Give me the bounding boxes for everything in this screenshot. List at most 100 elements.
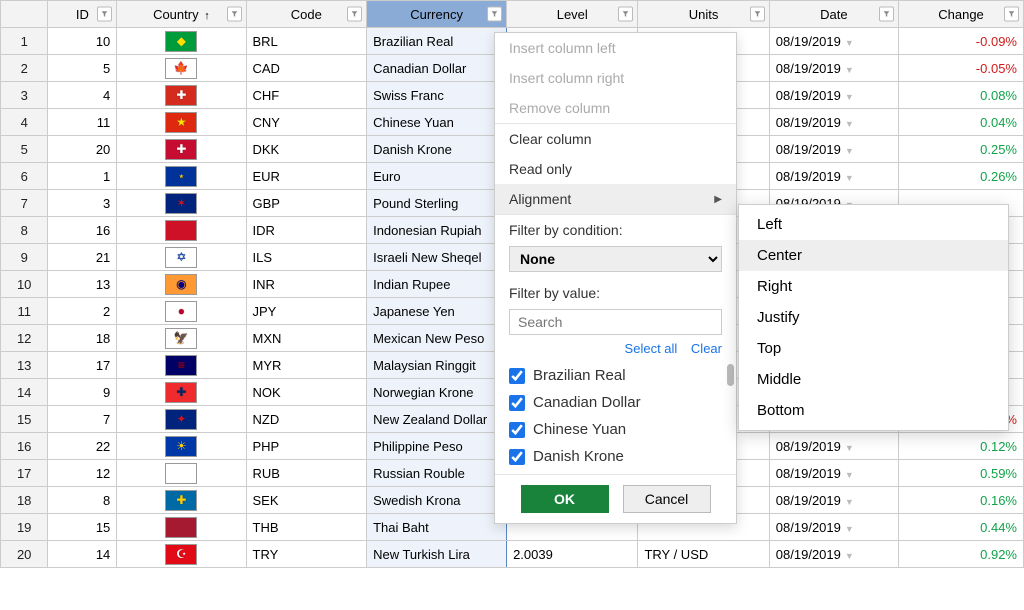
cell-currency[interactable]: Swedish Krona [367, 487, 507, 514]
row-number-header[interactable]: 14 [1, 379, 48, 406]
row-number-header[interactable]: 20 [1, 541, 48, 568]
filter-value-checkbox[interactable] [509, 449, 525, 465]
cell-country[interactable]: ★ [117, 109, 246, 136]
row-number-header[interactable]: 6 [1, 163, 48, 190]
filter-icon[interactable] [487, 7, 502, 22]
cell-currency[interactable]: Japanese Yen [367, 298, 507, 325]
cell-change[interactable]: 0.08% [899, 82, 1024, 109]
ok-button[interactable]: OK [521, 485, 609, 513]
header-country[interactable]: Country ↑ [117, 1, 246, 28]
cell-date[interactable]: 08/19/2019▼ [769, 487, 898, 514]
cell-currency[interactable]: New Zealand Dollar [367, 406, 507, 433]
cell-change[interactable]: 0.25% [899, 136, 1024, 163]
row-number-header[interactable]: 15 [1, 406, 48, 433]
cell-id[interactable]: 11 [48, 109, 117, 136]
cell-code[interactable]: JPY [246, 298, 367, 325]
header-change[interactable]: Change [899, 1, 1024, 28]
row-number-header[interactable]: 2 [1, 55, 48, 82]
cell-change[interactable]: 0.12% [899, 433, 1024, 460]
cell-code[interactable]: CNY [246, 109, 367, 136]
submenu-item-right[interactable]: Right [739, 271, 1008, 302]
filter-icon[interactable] [227, 7, 242, 22]
menu-item-alignment[interactable]: Alignment ▶ [495, 184, 736, 214]
cell-id[interactable]: 22 [48, 433, 117, 460]
cell-code[interactable]: IDR [246, 217, 367, 244]
filter-value-search-input[interactable] [509, 309, 722, 335]
cell-currency[interactable]: Indonesian Rupiah [367, 217, 507, 244]
cell-id[interactable]: 15 [48, 514, 117, 541]
cell-country[interactable]: ◉ [117, 271, 246, 298]
cell-country[interactable]: ✚ [117, 136, 246, 163]
cell-currency[interactable]: Canadian Dollar [367, 55, 507, 82]
cell-country[interactable]: ✡ [117, 244, 246, 271]
cell-currency[interactable]: Chinese Yuan [367, 109, 507, 136]
header-code[interactable]: Code [246, 1, 367, 28]
row-number-header[interactable]: 16 [1, 433, 48, 460]
cell-country[interactable]: ⋆ [117, 163, 246, 190]
cell-change[interactable]: 0.16% [899, 487, 1024, 514]
cell-id[interactable]: 4 [48, 82, 117, 109]
row-number-header[interactable]: 1 [1, 28, 48, 55]
header-currency[interactable]: Currency [367, 1, 507, 28]
filter-icon[interactable] [618, 7, 633, 22]
header-id[interactable]: ID [48, 1, 117, 28]
cell-date[interactable]: 08/19/2019▼ [769, 460, 898, 487]
cell-currency[interactable]: Israeli New Sheqel [367, 244, 507, 271]
filter-icon[interactable] [750, 7, 765, 22]
cell-id[interactable]: 10 [48, 28, 117, 55]
filter-icon[interactable] [1004, 7, 1019, 22]
cell-code[interactable]: PHP [246, 433, 367, 460]
cell-code[interactable]: ILS [246, 244, 367, 271]
row-number-header[interactable]: 19 [1, 514, 48, 541]
row-number-header[interactable]: 10 [1, 271, 48, 298]
cell-country[interactable]: 🍁 [117, 55, 246, 82]
clear-link[interactable]: Clear [691, 341, 722, 356]
cell-id[interactable]: 1 [48, 163, 117, 190]
cell-code[interactable]: THB [246, 514, 367, 541]
cell-country[interactable] [117, 460, 246, 487]
cell-code[interactable]: EUR [246, 163, 367, 190]
header-date[interactable]: Date [769, 1, 898, 28]
submenu-item-center[interactable]: Center [739, 240, 1008, 271]
cell-country[interactable]: ✚ [117, 487, 246, 514]
cell-code[interactable]: CHF [246, 82, 367, 109]
cell-currency[interactable]: Mexican New Peso [367, 325, 507, 352]
cell-date[interactable]: 08/19/2019▼ [769, 109, 898, 136]
cell-date[interactable]: 08/19/2019▼ [769, 55, 898, 82]
cell-currency[interactable]: Pound Sterling [367, 190, 507, 217]
cancel-button[interactable]: Cancel [623, 485, 711, 513]
cell-code[interactable]: INR [246, 271, 367, 298]
cell-id[interactable]: 2 [48, 298, 117, 325]
cell-currency[interactable]: Euro [367, 163, 507, 190]
cell-id[interactable]: 21 [48, 244, 117, 271]
filter-value-checkbox[interactable] [509, 368, 525, 384]
header-units[interactable]: Units [638, 1, 769, 28]
cell-code[interactable]: MYR [246, 352, 367, 379]
submenu-item-bottom[interactable]: Bottom [739, 395, 1008, 426]
cell-country[interactable]: ✚ [117, 82, 246, 109]
filter-value-checkbox[interactable] [509, 395, 525, 411]
cell-level[interactable]: 2.0039 [507, 541, 638, 568]
cell-id[interactable]: 3 [48, 190, 117, 217]
cell-id[interactable]: 17 [48, 352, 117, 379]
cell-country[interactable]: ☪ [117, 541, 246, 568]
cell-change[interactable]: -0.05% [899, 55, 1024, 82]
filter-condition-select[interactable]: None [509, 246, 722, 272]
cell-code[interactable]: CAD [246, 55, 367, 82]
filter-icon[interactable] [347, 7, 362, 22]
cell-code[interactable]: GBP [246, 190, 367, 217]
cell-currency[interactable]: Malaysian Ringgit [367, 352, 507, 379]
row-number-header[interactable]: 5 [1, 136, 48, 163]
cell-currency[interactable]: Thai Baht [367, 514, 507, 541]
filter-value-checkbox[interactable] [509, 422, 525, 438]
cell-country[interactable]: ≡ [117, 352, 246, 379]
cell-country[interactable]: ◆ [117, 28, 246, 55]
cell-date[interactable]: 08/19/2019▼ [769, 82, 898, 109]
row-number-header[interactable]: 18 [1, 487, 48, 514]
cell-date[interactable]: 08/19/2019▼ [769, 433, 898, 460]
cell-change[interactable]: 0.26% [899, 163, 1024, 190]
row-number-header[interactable]: 7 [1, 190, 48, 217]
cell-units[interactable]: TRY / USD [638, 541, 769, 568]
cell-code[interactable]: RUB [246, 460, 367, 487]
cell-id[interactable]: 18 [48, 325, 117, 352]
